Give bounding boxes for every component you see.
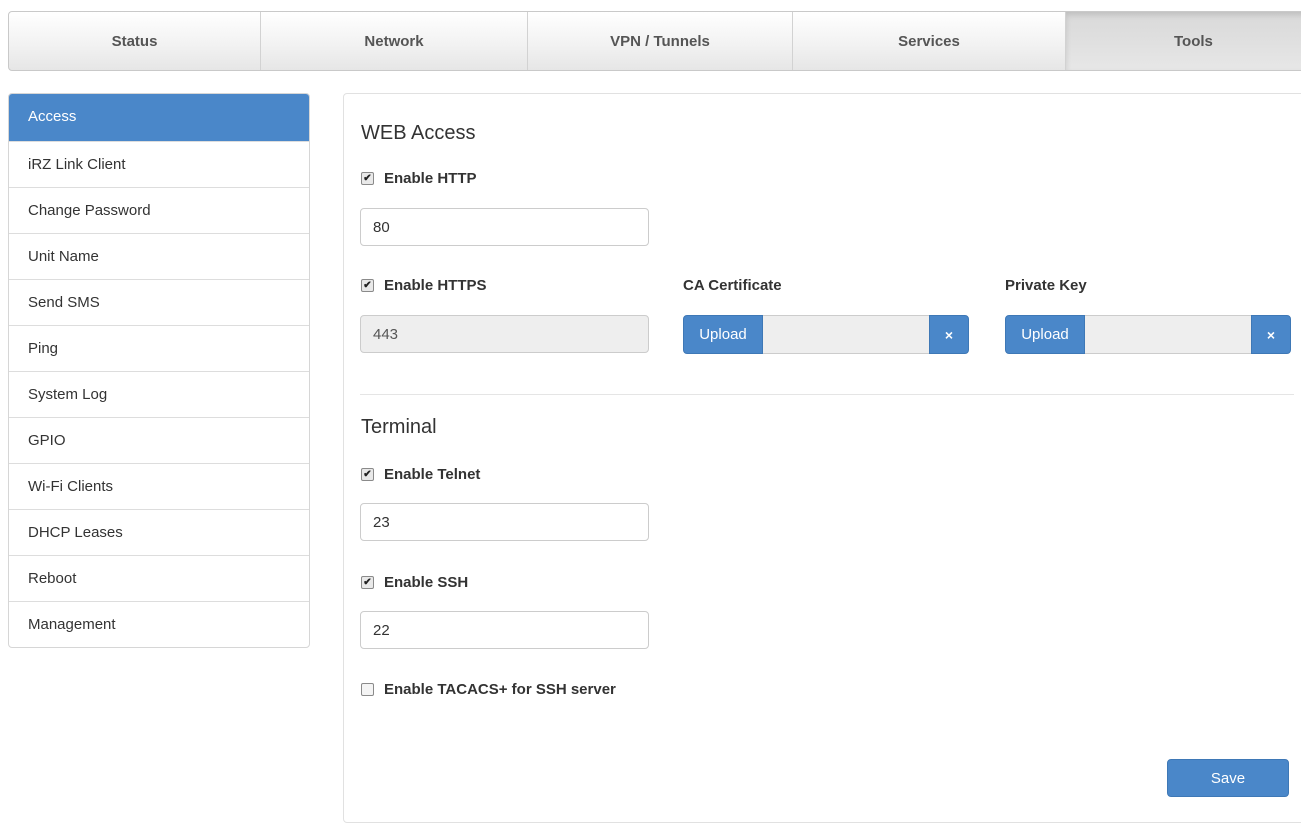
sidebar-item-wifi-clients[interactable]: Wi-Fi Clients [9,463,309,509]
private-key-upload-group: Upload × [1005,315,1291,354]
sidebar-item-access[interactable]: Access [9,94,309,141]
enable-tacacs-checkbox[interactable]: ✔ [361,683,374,696]
tab-network[interactable]: Network [261,12,528,70]
sidebar-item-send-sms[interactable]: Send SMS [9,279,309,325]
enable-https-checkbox-row: ✔ Enable HTTPS [361,277,487,294]
top-navigation: Status Network VPN / Tunnels Services To… [8,11,1301,71]
ca-certificate-file-field[interactable] [763,315,929,354]
tab-tools[interactable]: Tools [1066,12,1301,70]
sidebar-item-ping[interactable]: Ping [9,325,309,371]
ca-certificate-label: CA Certificate [683,277,782,294]
section-divider [360,394,1294,395]
close-icon: × [944,326,954,343]
enable-http-label: Enable HTTP [384,170,477,187]
https-port-input[interactable] [360,315,649,353]
sidebar-item-reboot[interactable]: Reboot [9,555,309,601]
sidebar-menu: Access iRZ Link Client Change Password U… [8,93,310,648]
ca-certificate-upload-group: Upload × [683,315,969,354]
enable-telnet-label: Enable Telnet [384,466,481,483]
sidebar-item-management[interactable]: Management [9,601,309,647]
enable-ssh-checkbox[interactable]: ✔ [361,576,374,589]
ca-certificate-clear-button[interactable]: × [929,315,969,354]
enable-https-label: Enable HTTPS [384,277,487,294]
private-key-file-field[interactable] [1085,315,1251,354]
ssh-port-input[interactable] [360,611,649,649]
enable-tacacs-label: Enable TACACS+ for SSH server [384,681,616,698]
http-port-input[interactable] [360,208,649,246]
sidebar-item-change-password[interactable]: Change Password [9,187,309,233]
tab-services[interactable]: Services [793,12,1066,70]
enable-http-checkbox-row: ✔ Enable HTTP [361,170,477,187]
tab-vpn-tunnels[interactable]: VPN / Tunnels [528,12,793,70]
enable-telnet-checkbox[interactable]: ✔ [361,468,374,481]
save-button[interactable]: Save [1167,759,1289,797]
enable-tacacs-checkbox-row: ✔ Enable TACACS+ for SSH server [361,681,616,698]
sidebar-item-system-log[interactable]: System Log [9,371,309,417]
sidebar-item-irz-link-client[interactable]: iRZ Link Client [9,141,309,187]
sidebar-item-unit-name[interactable]: Unit Name [9,233,309,279]
enable-ssh-label: Enable SSH [384,574,469,591]
enable-telnet-checkbox-row: ✔ Enable Telnet [361,466,480,483]
close-icon: × [1266,326,1276,343]
web-access-heading: WEB Access [361,122,476,144]
sidebar-item-gpio[interactable]: GPIO [9,417,309,463]
telnet-port-input[interactable] [360,503,649,541]
terminal-heading: Terminal [361,416,437,438]
ca-certificate-upload-button[interactable]: Upload [683,315,763,354]
sidebar-item-dhcp-leases[interactable]: DHCP Leases [9,509,309,555]
enable-https-checkbox[interactable]: ✔ [361,279,374,292]
content-panel [343,93,1301,823]
enable-http-checkbox[interactable]: ✔ [361,172,374,185]
private-key-clear-button[interactable]: × [1251,315,1291,354]
private-key-upload-button[interactable]: Upload [1005,315,1085,354]
enable-ssh-checkbox-row: ✔ Enable SSH [361,574,468,591]
tab-status[interactable]: Status [9,12,261,70]
private-key-label: Private Key [1005,277,1087,294]
